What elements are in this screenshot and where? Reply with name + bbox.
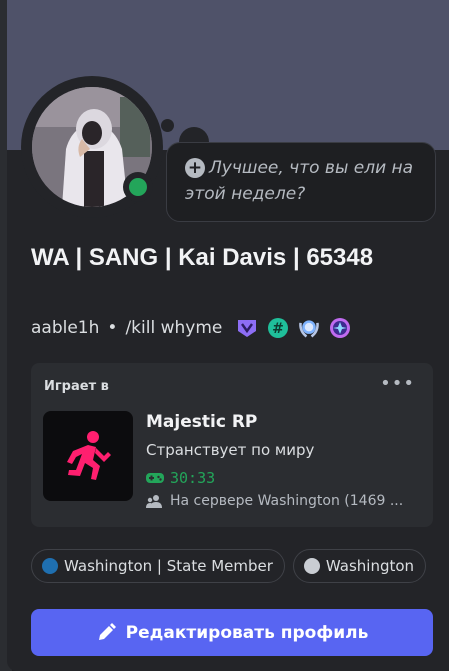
edit-profile-label: Редактировать профиль (125, 622, 369, 643)
server-text: На сервере Washington (1469 ... (170, 493, 404, 509)
party-members-icon (146, 495, 162, 508)
role-color-dot (42, 558, 58, 574)
role-pill-state-member[interactable]: Washington | State Member (31, 549, 285, 583)
server-row: На сервере Washington (1469 ... (146, 493, 426, 509)
badge-list: # (236, 317, 360, 339)
hypesquad-badge-icon[interactable] (329, 317, 351, 339)
role-label: Washington | State Member (64, 557, 273, 575)
role-pill-washington[interactable]: Washington (292, 549, 427, 583)
elapsed-time: 30:33 (170, 469, 216, 487)
role-list: Washington | State Member Washington (31, 549, 434, 583)
custom-status-bubble[interactable]: + Лучшее, что вы ели на этой неделе? (166, 142, 436, 222)
status-prompt-text: Лучшее, что вы ели на этой неделе? (185, 158, 414, 204)
online-status-indicator (123, 172, 153, 202)
edit-profile-button[interactable]: Редактировать профиль (31, 609, 433, 656)
username-row: aable1h • /kill whyme # (31, 315, 360, 341)
separator-dot: • (107, 318, 118, 338)
gamepad-icon (146, 473, 164, 483)
running-person-icon (67, 431, 111, 480)
thought-bubble-dot-small (161, 119, 174, 132)
role-color-dot (303, 558, 320, 574)
activity-card: Играет в ••• Majestic RP Странствует по … (31, 363, 433, 527)
game-icon (43, 411, 133, 501)
activity-header: Играет в (44, 379, 109, 394)
hashtag-badge-icon[interactable]: # (267, 317, 289, 339)
add-status-icon[interactable]: + (185, 158, 205, 178)
game-title: Majestic RP (146, 412, 258, 432)
profile-popout: + Лучшее, что вы ели на этой неделе? WA |… (7, 0, 449, 671)
avatar-frame (21, 76, 163, 218)
pencil-icon (98, 622, 116, 640)
display-name: WA | SANG | Kai Davis | 65348 (31, 244, 374, 271)
more-options-icon[interactable]: ••• (380, 373, 415, 394)
role-label: Washington (325, 557, 415, 575)
username[interactable]: aable1h (31, 318, 99, 338)
quest-laurel-badge-icon[interactable] (298, 317, 320, 339)
elapsed-time-row: 30:33 (146, 469, 215, 487)
nitro-badge-icon[interactable] (236, 317, 258, 339)
svg-text:#: # (272, 321, 284, 337)
custom-status-text: /kill whyme (125, 318, 223, 338)
game-state: Странствует по миру (146, 441, 315, 459)
